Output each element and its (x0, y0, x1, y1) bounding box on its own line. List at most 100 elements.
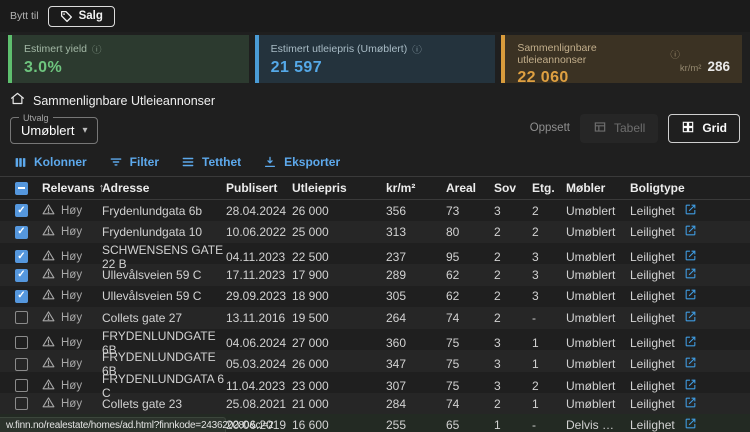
sov-cell: 2 (494, 225, 532, 239)
header-mobler[interactable]: Møbler (566, 181, 630, 195)
publisert-cell: 25.08.2021 (226, 397, 292, 411)
open-listing-link[interactable] (684, 288, 714, 304)
mobler-cell: Umøblert (566, 289, 630, 303)
utvalg-select[interactable]: Utvalg Umøblert ▾ (10, 113, 98, 144)
open-listing-link[interactable] (684, 249, 714, 265)
table-row: ✓HøyUllevålsveien 59 C29.09.202318 90030… (0, 286, 750, 307)
external-link-icon (684, 267, 697, 283)
open-listing-link[interactable] (684, 396, 714, 412)
open-listing-link[interactable] (684, 356, 714, 372)
boligtype-cell: Leilighet (630, 204, 680, 218)
external-link-icon (684, 310, 697, 326)
row-checkbox[interactable]: ✓ (15, 269, 28, 282)
header-utleiepris[interactable]: Utleiepris (292, 181, 386, 195)
open-listing-link[interactable] (684, 335, 714, 351)
density-icon (181, 155, 195, 169)
warning-triangle-icon (42, 203, 55, 219)
grid-view-button[interactable]: Grid (668, 114, 740, 143)
utleiepris-cell: 25 000 (292, 225, 386, 239)
warning-triangle-icon (42, 378, 55, 394)
row-checkbox[interactable]: ✓ (15, 290, 28, 303)
publisert-cell: 29.09.2023 (226, 289, 292, 303)
filter-button[interactable]: Filter (109, 155, 159, 169)
header-boligtype[interactable]: Boligtype (630, 181, 680, 195)
home-icon (10, 91, 25, 111)
krm2-cell: 237 (386, 250, 446, 264)
utleiepris-cell: 19 500 (292, 311, 386, 325)
header-adresse[interactable]: Adresse (102, 181, 226, 195)
row-checkbox[interactable]: ✓ (15, 226, 28, 239)
etg-cell: 3 (532, 289, 566, 303)
relevans-value: Høy (61, 205, 82, 217)
row-checkbox[interactable] (15, 336, 28, 349)
columns-button[interactable]: Kolonner (14, 155, 87, 169)
row-checkbox[interactable]: ✓ (15, 250, 28, 263)
row-checkbox[interactable] (15, 379, 28, 392)
utleiepris-cell: 22 500 (292, 250, 386, 264)
table-header-row: Relevans ↑ Adresse Publisert Utleiepris … (0, 177, 750, 200)
relevans-cell: Høy (42, 310, 102, 326)
row-checkbox[interactable]: ✓ (15, 204, 28, 217)
card-estimated-yield: Estimert yield ⓘ 3.0% (8, 35, 249, 83)
layout-toggle-group: Oppsett Tabell Grid (530, 114, 740, 143)
info-icon[interactable]: ⓘ (670, 47, 680, 61)
header-sov[interactable]: Sov (494, 181, 532, 195)
open-listing-link[interactable] (684, 267, 714, 283)
info-icon[interactable]: ⓘ (412, 42, 422, 56)
grid-toolbar: Kolonner Filter Tetthet Eksporter (0, 146, 750, 176)
open-listing-link[interactable] (684, 224, 714, 240)
relevans-value: Høy (61, 251, 82, 263)
density-button[interactable]: Tetthet (181, 155, 241, 169)
areal-cell: 75 (446, 379, 494, 393)
adresse-cell: Ullevålsveien 59 C (102, 289, 226, 303)
utleiepris-cell: 21 000 (292, 397, 386, 411)
export-button[interactable]: Eksporter (263, 155, 340, 169)
utleiepris-cell: 16 600 (292, 418, 386, 432)
salg-mode-button[interactable]: Salg (48, 6, 115, 27)
krm2-cell: 356 (386, 204, 446, 218)
external-link-icon (684, 249, 697, 265)
row-checkbox[interactable] (15, 397, 28, 410)
warning-triangle-icon (42, 249, 55, 265)
utvalg-select-label: Utvalg (19, 113, 53, 123)
mobler-cell: Umøblert (566, 268, 630, 282)
header-krm2[interactable]: kr/m² (386, 181, 446, 195)
areal-cell: 75 (446, 357, 494, 371)
open-listing-link[interactable] (684, 378, 714, 394)
publisert-cell: 28.04.2024 (226, 204, 292, 218)
relevans-cell: Høy (42, 378, 102, 394)
etg-cell: 1 (532, 397, 566, 411)
etg-cell: - (532, 418, 566, 432)
card-comparables-unit: kr/m² (680, 63, 702, 74)
header-etg[interactable]: Etg. (532, 181, 566, 195)
link-preview-url: w.finn.no/realestate/homes/ad.html?finnk… (6, 420, 274, 431)
mobler-cell: Umøblert (566, 250, 630, 264)
header-relevans[interactable]: Relevans ↑ (42, 181, 102, 195)
publisert-cell: 04.11.2023 (226, 250, 292, 264)
open-listing-link[interactable] (684, 310, 714, 326)
relevans-value: Høy (61, 358, 82, 370)
open-listing-link[interactable] (684, 203, 714, 219)
open-listing-link[interactable] (684, 417, 714, 432)
warning-triangle-icon (42, 335, 55, 351)
select-all-checkbox[interactable] (15, 182, 28, 195)
etg-cell: 2 (532, 204, 566, 218)
link-preview-statusbar: w.finn.no/realestate/homes/ad.html?finnk… (0, 417, 226, 432)
sov-cell: 2 (494, 289, 532, 303)
row-checkbox[interactable] (15, 311, 28, 324)
etg-cell: 3 (532, 268, 566, 282)
sov-cell: 3 (494, 204, 532, 218)
table-view-button[interactable]: Tabell (580, 114, 658, 143)
areal-cell: 80 (446, 225, 494, 239)
row-checkbox[interactable] (15, 358, 28, 371)
columns-label: Kolonner (34, 155, 87, 169)
info-icon[interactable]: ⓘ (92, 42, 102, 56)
header-publisert[interactable]: Publisert (226, 181, 292, 195)
external-link-icon (684, 417, 697, 432)
etg-cell: 1 (532, 336, 566, 350)
sov-cell: 3 (494, 357, 532, 371)
utleiepris-cell: 23 000 (292, 379, 386, 393)
krm2-cell: 284 (386, 397, 446, 411)
utleiepris-cell: 18 900 (292, 289, 386, 303)
header-areal[interactable]: Areal (446, 181, 494, 195)
